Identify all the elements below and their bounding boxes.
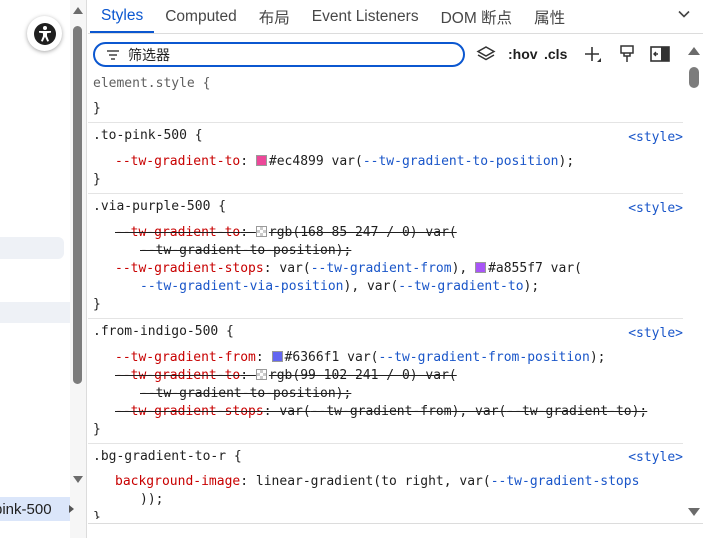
var-link[interactable]: --tw-gradient-from	[311, 404, 452, 419]
tab-styles[interactable]: Styles	[90, 0, 155, 33]
declaration[interactable]: --tw-gradient-stops: var(--tw-gradient-f…	[115, 260, 582, 278]
rule-source-link[interactable]: <style>	[628, 201, 683, 216]
elements-panel: pink-500	[0, 0, 72, 538]
property-name[interactable]: --tw-gradient-stops	[115, 261, 264, 276]
rule-source-link[interactable]: <style>	[628, 326, 683, 341]
sidebar-tabs: Styles Computed 布局 Event Listeners DOM 断…	[88, 0, 703, 34]
declaration-overridden[interactable]: --tw-gradient-to: rgb(168 85 247 / 0) va…	[115, 224, 457, 242]
tab-layout[interactable]: 布局	[248, 0, 301, 33]
rule-close: }	[93, 101, 101, 116]
var-link[interactable]: --tw-gradient-to	[506, 404, 631, 419]
scroll-down-icon[interactable]	[73, 476, 83, 483]
rule-close: }	[93, 510, 101, 519]
rule-from-indigo-500: .from-indigo-500 { <style> --tw-gradient…	[88, 320, 683, 444]
color-swatch[interactable]	[255, 369, 267, 380]
property-value[interactable]: #6366f1	[285, 350, 340, 365]
var-link[interactable]: --tw-gradient-to	[398, 279, 523, 294]
scrollbar-thumb[interactable]	[73, 26, 82, 384]
var-link[interactable]: --tw-gradient-stops	[491, 474, 640, 489]
elements-scrollbar[interactable]	[70, 0, 87, 538]
dom-row-highlight[interactable]	[0, 302, 70, 323]
property-value[interactable]: #a855f7	[488, 261, 543, 276]
breadcrumb-item[interactable]: pink-500	[0, 501, 52, 518]
breadcrumb-next-icon[interactable]	[69, 505, 74, 513]
declaration-overridden[interactable]: --tw-gradient-stops: var(--tw-gradient-f…	[115, 403, 647, 421]
declaration-overridden[interactable]: --tw-gradient-to: rgb(99 102 241 / 0) va…	[115, 367, 457, 385]
rule-close: }	[93, 422, 101, 437]
styles-scrollbar-thumb[interactable]	[689, 67, 699, 88]
property-name[interactable]: --tw-gradient-from	[115, 350, 256, 365]
var-link[interactable]: --tw-gradient-from	[311, 261, 452, 276]
filter-icon	[107, 49, 119, 60]
property-value[interactable]: #ec4899	[269, 154, 324, 169]
tab-properties[interactable]: 属性	[523, 0, 576, 33]
accessibility-icon	[33, 22, 56, 45]
property-value[interactable]: linear-gradient(to right, var(	[256, 474, 491, 489]
property-name[interactable]: background-image	[115, 474, 240, 489]
declaration[interactable]: --tw-gradient-to: #ec4899 var(--tw-gradi…	[115, 153, 574, 171]
property-name[interactable]: --tw-gradient-to	[115, 368, 240, 383]
declaration-cont: ));	[140, 492, 164, 507]
var-link[interactable]: --tw-gradient-from-position	[378, 350, 589, 365]
tab-dom-breakpoints[interactable]: DOM 断点	[430, 0, 523, 33]
tab-event-listeners[interactable]: Event Listeners	[301, 0, 430, 33]
rule-selector[interactable]: .from-indigo-500 {	[93, 323, 234, 341]
rule-close: }	[93, 297, 101, 312]
property-value[interactable]: rgb(99 102 241 / 0) var(	[269, 368, 457, 383]
color-swatch[interactable]	[255, 155, 267, 166]
hover-state-button[interactable]: :hov	[508, 46, 538, 62]
rule-selector[interactable]: .to-pink-500 {	[93, 127, 203, 145]
color-swatch[interactable]	[475, 262, 487, 273]
rule-to-pink-500: .to-pink-500 { <style> --tw-gradient-to:…	[88, 124, 683, 194]
add-rule-icon[interactable]	[583, 45, 603, 65]
color-swatch[interactable]	[271, 351, 283, 362]
declaration[interactable]: background-image: linear-gradient(to rig…	[115, 473, 639, 491]
tab-computed[interactable]: Computed	[154, 0, 248, 33]
accessibility-button[interactable]	[27, 16, 62, 51]
filter-input[interactable]	[128, 46, 428, 63]
var-link[interactable]: --tw-gradient-to-position	[140, 386, 336, 401]
rule-selector[interactable]: element.style {	[93, 75, 210, 93]
property-name[interactable]: --tw-gradient-to	[115, 225, 240, 240]
bottom-toolbar	[88, 523, 703, 538]
property-value[interactable]: rgb(168 85 247 / 0) var(	[269, 225, 457, 240]
rule-selector[interactable]: .bg-gradient-to-r {	[93, 448, 242, 466]
chevron-down-icon[interactable]	[677, 7, 691, 21]
rule-source-link[interactable]: <style>	[628, 130, 683, 145]
declaration-overridden-cont: --tw-gradient-to-position);	[140, 386, 352, 401]
dom-row-highlight[interactable]	[0, 237, 64, 259]
sidebar-toggle-icon[interactable]	[650, 46, 670, 62]
rule-source-link[interactable]: <style>	[628, 450, 683, 465]
rule-bg-gradient-to-r: .bg-gradient-to-r { <style> background-i…	[88, 445, 683, 525]
styles-scroll-up-icon[interactable]	[688, 47, 700, 55]
rule-via-purple-500: .via-purple-500 { <style> --tw-gradient-…	[88, 195, 683, 319]
class-toggle-button[interactable]: .cls	[544, 46, 567, 62]
property-name[interactable]: --tw-gradient-to	[115, 154, 240, 169]
var-link[interactable]: --tw-gradient-to-position	[140, 243, 336, 258]
var-link[interactable]: --tw-gradient-via-position	[140, 279, 344, 294]
color-swatch[interactable]	[255, 226, 267, 237]
rule-close: }	[93, 172, 101, 187]
breadcrumb[interactable]: pink-500	[0, 497, 72, 521]
layers-icon[interactable]	[476, 44, 496, 64]
declaration[interactable]: --tw-gradient-from: #6366f1 var(--tw-gra…	[115, 349, 605, 367]
styles-scroll-down-icon[interactable]	[688, 508, 700, 516]
filter-box[interactable]	[93, 42, 465, 67]
declaration-cont: --tw-gradient-via-position), var(--tw-gr…	[140, 279, 540, 294]
scroll-up-icon[interactable]	[73, 7, 83, 14]
paint-brush-icon[interactable]	[618, 44, 636, 64]
rule-selector[interactable]: .via-purple-500 {	[93, 198, 226, 216]
property-name[interactable]: --tw-gradient-stops	[115, 404, 264, 419]
var-link[interactable]: --tw-gradient-to-position	[363, 154, 559, 169]
declaration-overridden-cont: --tw-gradient-to-position);	[140, 243, 352, 258]
rule-element-style: element.style { }	[88, 72, 683, 123]
